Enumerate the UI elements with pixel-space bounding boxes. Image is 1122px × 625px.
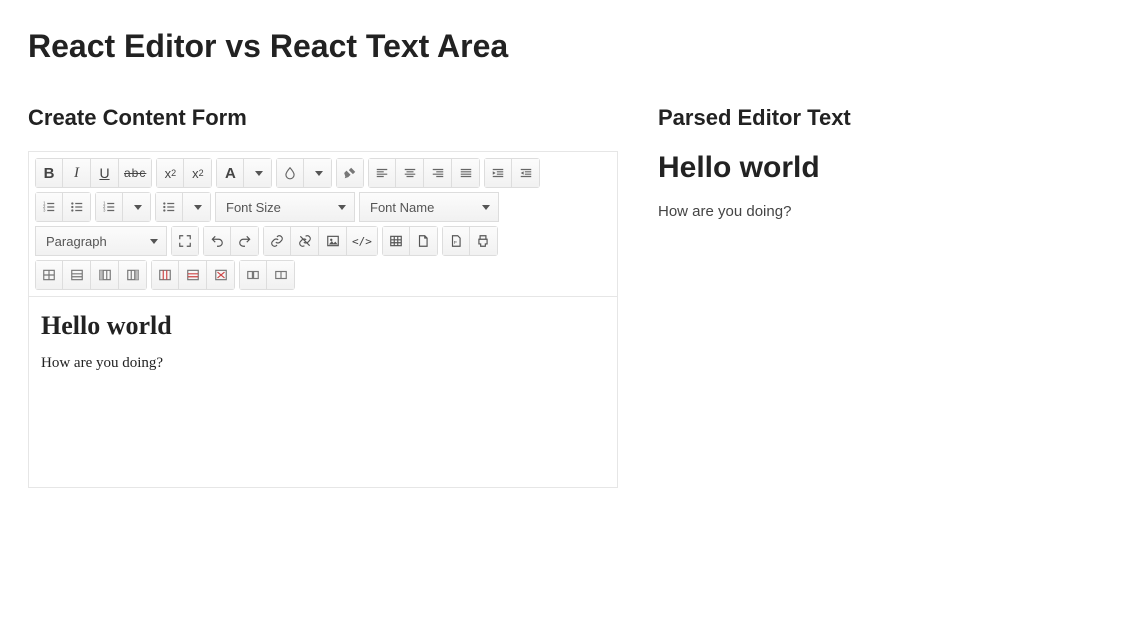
svg-text:3: 3 bbox=[43, 208, 46, 213]
table-del-row-icon bbox=[186, 268, 200, 282]
editor-content-area[interactable]: Hello world How are you doing? bbox=[29, 297, 617, 487]
undo-button[interactable] bbox=[203, 226, 231, 256]
strikethrough-button[interactable]: abc bbox=[119, 158, 152, 188]
image-button[interactable] bbox=[319, 226, 347, 256]
align-justify-icon bbox=[459, 166, 473, 180]
indent-icon bbox=[491, 166, 505, 180]
pdf-icon: P bbox=[449, 234, 463, 248]
content-heading: Hello world bbox=[41, 311, 605, 341]
merge-cells-button[interactable] bbox=[239, 260, 267, 290]
print-icon bbox=[476, 234, 490, 248]
editor-toolbar: B I U abc x2 x2 A bbox=[29, 152, 617, 297]
underline-button[interactable]: U bbox=[91, 158, 119, 188]
content-paragraph: How are you doing? bbox=[41, 355, 605, 372]
highlight-button[interactable] bbox=[276, 158, 304, 188]
parsed-paragraph: How are you doing? bbox=[658, 203, 1094, 220]
redo-button[interactable] bbox=[231, 226, 259, 256]
subscript-button[interactable]: x2 bbox=[156, 158, 184, 188]
unordered-list-type-dropdown[interactable] bbox=[183, 192, 211, 222]
font-color-button[interactable]: A bbox=[216, 158, 244, 188]
ordered-list-type-button[interactable]: 123 bbox=[95, 192, 123, 222]
align-left-icon bbox=[375, 166, 389, 180]
rich-text-editor: B I U abc x2 x2 A bbox=[28, 151, 618, 488]
page-title: React Editor vs React Text Area bbox=[28, 28, 1094, 65]
svg-text:3: 3 bbox=[103, 208, 106, 213]
view-html-button[interactable]: </> bbox=[347, 226, 378, 256]
print-button[interactable] bbox=[470, 226, 498, 256]
unordered-list-icon bbox=[162, 200, 176, 214]
align-justify-button[interactable] bbox=[452, 158, 480, 188]
align-center-button[interactable] bbox=[396, 158, 424, 188]
font-name-dropdown[interactable]: Font Name bbox=[359, 192, 499, 222]
paragraph-format-dropdown[interactable]: Paragraph bbox=[35, 226, 167, 256]
align-right-button[interactable] bbox=[424, 158, 452, 188]
table-row-icon bbox=[70, 268, 84, 282]
align-center-icon bbox=[403, 166, 417, 180]
ordered-list-icon: 123 bbox=[42, 200, 56, 214]
broom-icon bbox=[343, 166, 357, 180]
table-add-col-right-button[interactable] bbox=[119, 260, 147, 290]
insert-table-button[interactable] bbox=[382, 226, 410, 256]
table-delete-row-button[interactable] bbox=[179, 260, 207, 290]
ordered-list-type-dropdown[interactable] bbox=[123, 192, 151, 222]
table-del-col-icon bbox=[158, 268, 172, 282]
insert-file-button[interactable] bbox=[410, 226, 438, 256]
parsed-output: Hello world How are you doing? bbox=[658, 151, 1094, 220]
table-delete-button[interactable] bbox=[207, 260, 235, 290]
indent-button[interactable] bbox=[484, 158, 512, 188]
font-size-dropdown[interactable]: Font Size bbox=[215, 192, 355, 222]
align-right-icon bbox=[431, 166, 445, 180]
bold-button[interactable]: B bbox=[35, 158, 63, 188]
unordered-list-type-button[interactable] bbox=[155, 192, 183, 222]
table-icon bbox=[389, 234, 403, 248]
table-delete-icon bbox=[214, 268, 228, 282]
ordered-list-button[interactable]: 123 bbox=[35, 192, 63, 222]
merge-icon bbox=[246, 268, 260, 282]
svg-text:P: P bbox=[454, 240, 457, 245]
table-col-right-icon bbox=[126, 268, 140, 282]
ordered-list-icon: 123 bbox=[102, 200, 116, 214]
highlight-dropdown[interactable] bbox=[304, 158, 332, 188]
unordered-list-button[interactable] bbox=[63, 192, 91, 222]
italic-button[interactable]: I bbox=[63, 158, 91, 188]
undo-icon bbox=[210, 234, 224, 248]
font-color-dropdown[interactable] bbox=[244, 158, 272, 188]
redo-icon bbox=[238, 234, 252, 248]
unlink-button[interactable] bbox=[291, 226, 319, 256]
image-icon bbox=[326, 234, 340, 248]
unlink-icon bbox=[298, 234, 312, 248]
outdent-icon bbox=[519, 166, 533, 180]
table-add-row-button[interactable] bbox=[63, 260, 91, 290]
split-icon bbox=[274, 268, 288, 282]
table-add-col-left-button[interactable] bbox=[91, 260, 119, 290]
superscript-button[interactable]: x2 bbox=[184, 158, 212, 188]
fullscreen-button[interactable] bbox=[171, 226, 199, 256]
align-left-button[interactable] bbox=[368, 158, 396, 188]
file-icon bbox=[416, 234, 430, 248]
pdf-export-button[interactable]: P bbox=[442, 226, 470, 256]
table-grid-icon bbox=[42, 268, 56, 282]
form-title: Create Content Form bbox=[28, 105, 618, 131]
link-icon bbox=[270, 234, 284, 248]
drop-icon bbox=[283, 166, 297, 180]
table-delete-col-button[interactable] bbox=[151, 260, 179, 290]
split-cell-button[interactable] bbox=[267, 260, 295, 290]
table-wizard-button[interactable] bbox=[35, 260, 63, 290]
clear-formatting-button[interactable] bbox=[336, 158, 364, 188]
unordered-list-icon bbox=[70, 200, 84, 214]
table-col-left-icon bbox=[98, 268, 112, 282]
link-button[interactable] bbox=[263, 226, 291, 256]
parsed-title: Parsed Editor Text bbox=[658, 105, 1094, 131]
parsed-heading: Hello world bbox=[658, 151, 1094, 185]
outdent-button[interactable] bbox=[512, 158, 540, 188]
fullscreen-icon bbox=[178, 234, 192, 248]
